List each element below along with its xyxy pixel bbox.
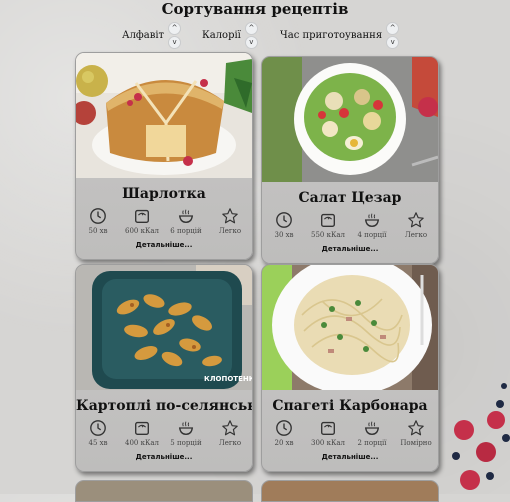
stat-difficulty: Легко — [210, 207, 250, 235]
sort-time: Час приготоування ^ v — [280, 22, 400, 49]
bowl-icon — [178, 209, 194, 223]
recipe-title: Салат Цезар — [298, 190, 402, 206]
star-icon — [408, 420, 424, 436]
stat-time: 30 хв — [264, 211, 304, 239]
scale-icon — [321, 213, 335, 227]
details-link[interactable]: Детальніше... — [76, 241, 252, 249]
sort-calories-asc-button[interactable]: ^ — [244, 22, 258, 35]
sort-time-label: Час приготоування — [280, 30, 383, 41]
recipe-photo-caesar-salad — [262, 57, 438, 182]
stat-portions: 2 порції — [352, 419, 392, 447]
stat-difficulty: Легко — [210, 419, 250, 447]
recipe-stats: 20 хв 300 кКал 2 порції Помірно — [262, 419, 438, 447]
stat-portions-value: 2 порції — [357, 439, 387, 447]
recipe-card[interactable]: Спагеті Карбонара 20 хв 300 кКал 2 порці… — [261, 264, 439, 472]
sort-calories-desc-button[interactable]: v — [244, 36, 258, 49]
scale-icon — [135, 209, 149, 223]
stat-calories-value: 550 кКал — [311, 231, 345, 239]
recipe-title: Картоплі по-селянськи — [76, 398, 253, 414]
star-icon — [408, 212, 424, 228]
bowl-icon — [364, 213, 380, 227]
stat-time-value: 30 хв — [274, 231, 294, 239]
details-link[interactable]: Детальніше... — [262, 453, 438, 461]
star-icon — [222, 208, 238, 224]
stat-portions: 6 порцій — [166, 207, 206, 235]
sort-time-asc-button[interactable]: ^ — [386, 22, 400, 35]
stat-difficulty: Помірно — [396, 419, 436, 447]
recipe-stats: 50 хв 600 кКал 6 порцій Легко — [76, 207, 252, 235]
clock-icon — [276, 420, 292, 436]
stat-difficulty-value: Легко — [218, 439, 242, 447]
sort-alphabet-label: Алфавіт — [122, 30, 165, 41]
stat-portions: 4 порції — [352, 211, 392, 239]
scale-icon — [135, 421, 149, 435]
berries-decoration — [452, 383, 510, 490]
stat-portions-value: 6 порцій — [170, 227, 202, 235]
sort-time-desc-button[interactable]: v — [386, 36, 400, 49]
stat-time: 45 хв — [78, 419, 118, 447]
page-title: Сортування рецептів — [161, 0, 349, 18]
clock-icon — [90, 208, 106, 224]
recipe-photo-carbonara — [262, 265, 438, 390]
recipe-card-partial[interactable] — [261, 480, 439, 502]
details-link[interactable]: Детальніше... — [262, 245, 438, 253]
recipe-stats: 45 хв 400 кКал 5 порцій Легко — [76, 419, 252, 447]
bowl-icon — [364, 421, 380, 435]
stat-time-value: 50 хв — [88, 227, 108, 235]
sort-bar: Алфавіт ^ v Калорії ^ v Час приготоуванн… — [0, 22, 510, 49]
stat-difficulty-value: Легко — [404, 231, 428, 239]
stat-calories-value: 300 кКал — [311, 439, 345, 447]
stat-difficulty: Легко — [396, 211, 436, 239]
photo-watermark: КЛОПОТЕНКО — [204, 375, 252, 383]
recipe-card[interactable]: Шарлотка 50 хв 600 кКал 6 порцій Легко Д… — [75, 52, 253, 260]
stat-calories-value: 600 кКал — [125, 227, 159, 235]
stat-portions-value: 4 порції — [357, 231, 387, 239]
recipe-title: Спагеті Карбонара — [272, 398, 428, 414]
sort-alphabet: Алфавіт ^ v — [122, 22, 182, 49]
sort-alphabet-desc-button[interactable]: v — [168, 36, 182, 49]
stat-portions: 5 порцій — [166, 419, 206, 447]
bowl-icon — [178, 421, 194, 435]
stat-time: 20 хв — [264, 419, 304, 447]
clock-icon — [276, 212, 292, 228]
stat-calories: 550 кКал — [308, 211, 348, 239]
stat-time: 50 хв — [78, 207, 118, 235]
stat-difficulty-value: Легко — [218, 227, 242, 235]
stat-difficulty-value: Помірно — [400, 439, 432, 447]
recipe-stats: 30 хв 550 кКал 4 порції Легко — [262, 211, 438, 239]
stat-time-value: 45 хв — [88, 439, 108, 447]
sort-calories: Калорії ^ v — [202, 22, 258, 49]
details-link[interactable]: Детальніше... — [76, 453, 252, 461]
stat-calories: 400 кКал — [122, 419, 162, 447]
stat-calories: 300 кКал — [308, 419, 348, 447]
sort-alphabet-asc-button[interactable]: ^ — [168, 22, 182, 35]
star-icon — [222, 420, 238, 436]
recipe-card[interactable]: Салат Цезар 30 хв 550 кКал 4 порції Легк… — [261, 56, 439, 264]
recipe-title: Шарлотка — [122, 186, 206, 202]
stat-portions-value: 5 порцій — [170, 439, 202, 447]
recipe-photo-apple-pie — [76, 53, 252, 178]
stat-calories-value: 400 кКал — [125, 439, 159, 447]
scale-icon — [321, 421, 335, 435]
recipe-card-partial[interactable] — [75, 480, 253, 502]
stat-calories: 600 кКал — [122, 207, 162, 235]
sort-calories-label: Калорії — [202, 30, 241, 41]
recipe-photo-potatoes: КЛОПОТЕНКО — [76, 265, 252, 390]
recipe-card[interactable]: КЛОПОТЕНКО Картоплі по-селянськи 45 хв 4… — [75, 264, 253, 472]
clock-icon — [90, 420, 106, 436]
stat-time-value: 20 хв — [274, 439, 294, 447]
